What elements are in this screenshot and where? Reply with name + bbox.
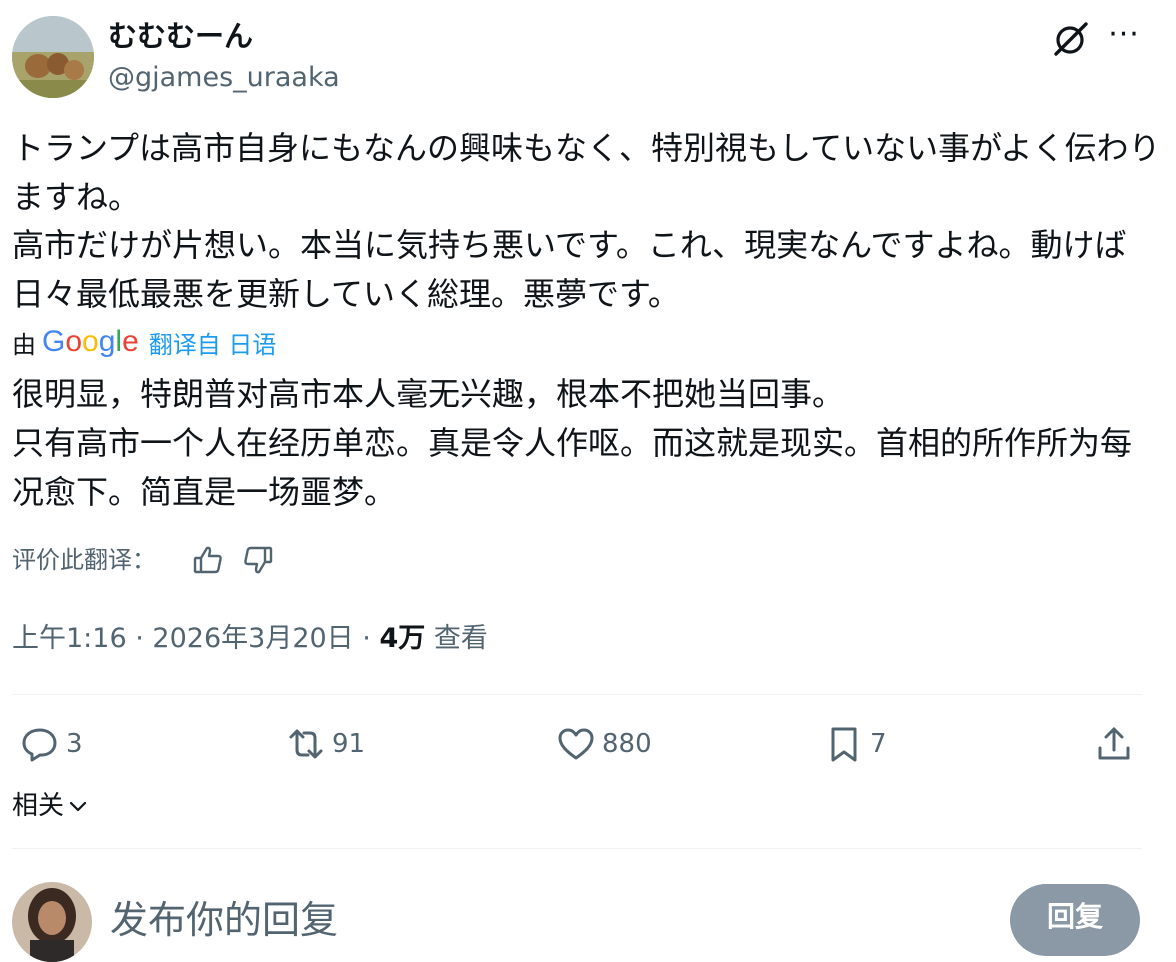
bookmark-icon xyxy=(831,727,857,762)
bookmark-count: 7 xyxy=(870,729,887,759)
tweet-time[interactable]: 上午1:16 xyxy=(12,623,127,654)
thumbs-down-icon[interactable] xyxy=(242,544,274,576)
heart-icon xyxy=(558,728,594,760)
chevron-down-icon xyxy=(69,801,87,812)
share-icon xyxy=(1098,727,1130,760)
user-avatar[interactable] xyxy=(12,882,92,962)
tweet-original-text: トランプは高市自身にもなんの興味もなく、特別視もしていない事がよく伝わりますね。… xyxy=(12,129,1161,313)
meta-separator: · xyxy=(135,623,144,654)
repost-count: 91 xyxy=(332,729,366,759)
translated-by-prefix: 由 xyxy=(12,330,36,359)
views-label: 查看 xyxy=(433,623,488,654)
rate-translation-label: 评价此翻译： xyxy=(12,546,156,574)
views-count: 4万 xyxy=(379,623,426,654)
related-label: 相关 xyxy=(12,791,65,821)
like-action[interactable]: 880 xyxy=(556,722,652,766)
author-avatar[interactable] xyxy=(12,16,94,98)
reply-button[interactable]: 回复 xyxy=(1010,884,1140,956)
meta-separator: · xyxy=(362,623,371,654)
like-count: 880 xyxy=(602,729,652,759)
divider xyxy=(12,848,1142,849)
share-action[interactable] xyxy=(1094,722,1140,766)
divider xyxy=(12,694,1142,695)
translation-attribution: 由 Google 翻译自 日语 xyxy=(12,322,276,362)
reply-count: 3 xyxy=(66,729,83,759)
google-logo: Google xyxy=(42,325,139,358)
translated-from-link[interactable]: 翻译自 日语 xyxy=(149,325,277,360)
grok-icon[interactable] xyxy=(1050,18,1092,60)
bookmark-action[interactable]: 7 xyxy=(824,722,887,766)
reply-input[interactable]: 发布你的回复 xyxy=(110,890,338,950)
author-handle[interactable]: @gjames_uraaka xyxy=(108,58,340,98)
author-display-name[interactable]: むむむーん xyxy=(108,14,253,58)
tweet-translation-text: 很明显，特朗普对高市本人毫无兴趣，根本不把她当回事。 只有高市一个人在经历单恋。… xyxy=(12,375,1133,511)
reply-icon xyxy=(22,728,57,762)
repost-icon xyxy=(289,729,323,759)
related-toggle[interactable]: 相关 xyxy=(12,786,90,826)
thumbs-up-icon[interactable] xyxy=(192,544,224,576)
repost-action[interactable]: 91 xyxy=(286,722,365,766)
reply-action[interactable]: 3 xyxy=(20,722,83,766)
tweet-meta: 上午1:16 · 2026年3月20日 · 4万 查看 xyxy=(12,618,488,660)
tweet-date[interactable]: 2026年3月20日 xyxy=(152,623,353,654)
more-options-icon[interactable]: ··· xyxy=(1104,20,1144,56)
